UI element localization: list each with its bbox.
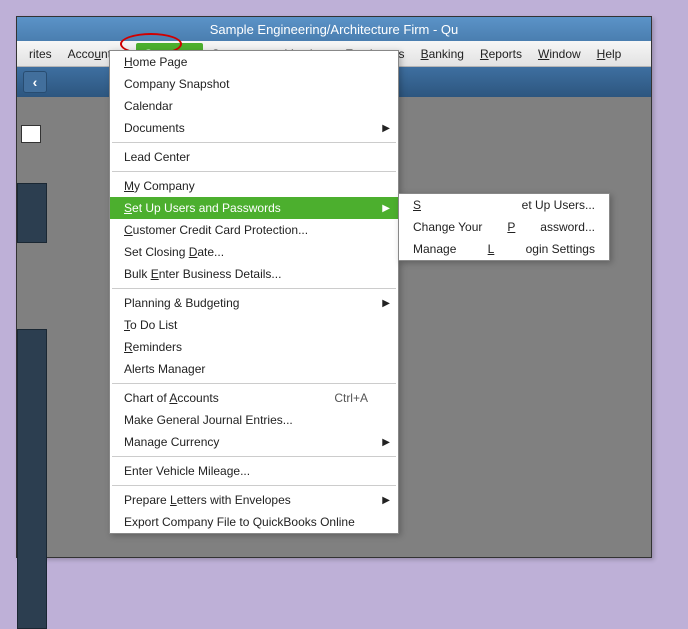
submenu-item[interactable]: Set Up Users... (399, 194, 609, 216)
menu-reports[interactable]: Reports (472, 43, 530, 65)
company-dropdown: Home PageCompany SnapshotCalendarDocumen… (109, 50, 399, 534)
window-title: Sample Engineering/Architecture Firm - Q… (202, 22, 467, 37)
chevron-right-icon: ▶ (382, 123, 390, 134)
menu-help[interactable]: Help (589, 43, 630, 65)
side-panel-bottom (17, 329, 47, 629)
company-menu-item[interactable]: Bulk Enter Business Details... (110, 263, 398, 285)
menu-rites[interactable]: rites (21, 43, 60, 65)
company-menu-item[interactable]: Enter Vehicle Mileage... (110, 460, 398, 482)
menu-separator (112, 456, 396, 457)
title-bar: Sample Engineering/Architecture Firm - Q… (17, 17, 651, 41)
menu-separator (112, 142, 396, 143)
menu-window[interactable]: Window (530, 43, 589, 65)
chevron-right-icon: ▶ (382, 203, 390, 214)
company-menu-item[interactable]: Set Closing Date... (110, 241, 398, 263)
company-menu-item[interactable]: Company Snapshot (110, 73, 398, 95)
chevron-right-icon: ▶ (382, 495, 390, 506)
company-menu-item[interactable]: Customer Credit Card Protection... (110, 219, 398, 241)
company-menu-item[interactable]: Documents▶ (110, 117, 398, 139)
company-menu-item[interactable]: Alerts Manager (110, 358, 398, 380)
company-menu-item[interactable]: Home Page (110, 51, 398, 73)
menu-banking[interactable]: Banking (413, 43, 472, 65)
menu-separator (112, 485, 396, 486)
users-submenu: Set Up Users...Change Your Password...Ma… (398, 193, 610, 261)
menu-separator (112, 288, 396, 289)
company-menu-item[interactable]: Chart of AccountsCtrl+A (110, 387, 398, 409)
company-menu-item[interactable]: Prepare Letters with Envelopes▶ (110, 489, 398, 511)
nav-back-button[interactable]: ‹ (23, 71, 47, 93)
company-menu-item[interactable]: Planning & Budgeting▶ (110, 292, 398, 314)
chevron-right-icon: ▶ (382, 437, 390, 448)
company-menu-item[interactable]: My Company (110, 175, 398, 197)
menu-separator (112, 383, 396, 384)
submenu-item[interactable]: Change Your Password... (399, 216, 609, 238)
company-menu-item[interactable]: Export Company File to QuickBooks Online (110, 511, 398, 533)
menu-separator (112, 171, 396, 172)
side-panel-top (17, 183, 47, 243)
company-menu-item[interactable]: Calendar (110, 95, 398, 117)
company-menu-item[interactable]: Manage Currency▶ (110, 431, 398, 453)
chevron-right-icon: ▶ (382, 298, 390, 309)
company-menu-item[interactable]: Set Up Users and Passwords▶ (110, 197, 398, 219)
company-menu-item[interactable]: To Do List (110, 314, 398, 336)
company-menu-item[interactable]: Reminders (110, 336, 398, 358)
submenu-item[interactable]: Manage Login Settings (399, 238, 609, 260)
side-widget (21, 125, 41, 143)
company-menu-item[interactable]: Lead Center (110, 146, 398, 168)
company-menu-item[interactable]: Make General Journal Entries... (110, 409, 398, 431)
